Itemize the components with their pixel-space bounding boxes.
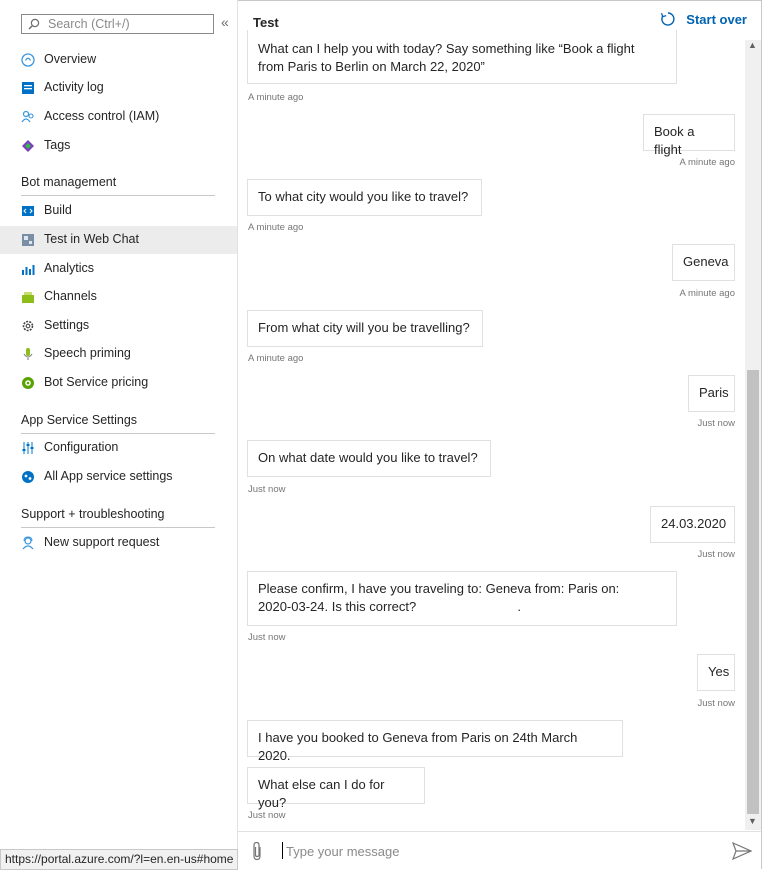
sidebar-item-label: New support request <box>44 535 160 549</box>
sidebar-item-label: Activity log <box>44 80 104 94</box>
gear-icon <box>22 320 34 332</box>
microphone-icon <box>23 348 33 360</box>
search-placeholder: Search (Ctrl+/) <box>48 17 130 31</box>
sidebar-item-build[interactable]: Build <box>0 197 237 225</box>
status-bar-url: https://portal.azure.com/?l=en.en-us#hom… <box>0 849 239 870</box>
sidebar-item-activity-log[interactable]: Activity log <box>0 74 237 102</box>
sidebar-item-configuration[interactable]: Configuration <box>0 434 237 462</box>
sidebar-item-label: Speech priming <box>44 346 131 360</box>
sidebar-item-label: Build <box>44 203 72 217</box>
collapse-sidebar-icon[interactable]: « <box>221 14 229 30</box>
bot-message: On what date would you like to travel? <box>247 440 491 477</box>
sidebar-item-analytics[interactable]: Analytics <box>0 255 237 283</box>
bot-message: What can I help you with today? Say some… <box>247 30 677 84</box>
tags-icon <box>22 140 34 152</box>
bot-message: From what city will you be travelling? <box>247 310 483 347</box>
web-chat-icon <box>22 234 34 246</box>
bot-message: What else can I do for you? <box>247 767 425 810</box>
message-timestamp: Just now <box>248 810 286 821</box>
send-icon[interactable] <box>732 842 752 860</box>
sidebar-item-label: Analytics <box>44 261 95 275</box>
section-heading-app-service-settings: App Service Settings <box>21 413 215 434</box>
sidebar-item-bot-service-pricing[interactable]: Bot Service pricing <box>0 369 237 397</box>
user-message: 24.03.2020 <box>650 506 735 543</box>
sidebar-item-label: Tags <box>44 138 71 152</box>
section-heading-bot-management: Bot management <box>21 175 215 196</box>
message-timestamp: A minute ago <box>679 157 735 168</box>
sidebar-item-test-in-web-chat[interactable]: Test in Web Chat <box>0 226 237 254</box>
sidebar-item-label: All App service settings <box>44 469 173 483</box>
user-message: Paris <box>688 375 735 412</box>
analytics-icon <box>22 265 35 275</box>
message-timestamp: Just now <box>697 418 736 429</box>
access-control-icon <box>21 110 34 123</box>
section-heading-support: Support + troubleshooting <box>21 507 215 528</box>
sidebar-item-label: Access control (IAM) <box>44 109 160 123</box>
sidebar-item-label: Settings <box>44 318 90 332</box>
sidebar-item-tags[interactable]: Tags <box>0 132 237 160</box>
build-icon <box>22 206 34 216</box>
chat-title: Test <box>253 15 279 30</box>
sidebar-item-settings[interactable]: Settings <box>0 312 237 340</box>
message-composer <box>238 831 761 869</box>
scroll-up-arrow-icon[interactable]: ▲ <box>748 40 757 50</box>
message-timestamp: A minute ago <box>248 222 304 233</box>
channels-icon <box>22 292 34 303</box>
sidebar-item-channels[interactable]: Channels <box>0 283 237 311</box>
chat-scrollbar[interactable]: ▲ ▼ <box>745 40 761 830</box>
sidebar-item-label: Configuration <box>44 440 119 454</box>
text-caret <box>282 842 283 859</box>
user-message: Geneva <box>672 244 735 281</box>
message-input[interactable] <box>284 840 718 862</box>
overview-icon <box>21 53 35 67</box>
sidebar-item-access-control[interactable]: Access control (IAM) <box>0 103 237 131</box>
scroll-down-arrow-icon[interactable]: ▼ <box>748 816 757 826</box>
search-icon <box>28 18 40 30</box>
configuration-icon <box>22 442 34 454</box>
sidebar: Search (Ctrl+/) « Overview Activity log … <box>0 0 238 869</box>
user-message: Yes <box>697 654 735 691</box>
support-icon <box>22 536 34 550</box>
message-timestamp: A minute ago <box>248 92 304 103</box>
start-over-button[interactable]: Start over <box>660 11 747 27</box>
activity-log-icon <box>22 82 34 94</box>
bot-message: Please confirm, I have you traveling to:… <box>247 571 677 626</box>
message-timestamp: Just now <box>248 484 286 495</box>
sidebar-item-new-support-request[interactable]: New support request <box>0 529 237 557</box>
search-box[interactable]: Search (Ctrl+/) <box>21 14 214 34</box>
bot-message: To what city would you like to travel? <box>247 179 482 216</box>
message-timestamp: Just now <box>697 549 736 560</box>
sidebar-item-speech-priming[interactable]: Speech priming <box>0 340 237 368</box>
sidebar-item-label: Bot Service pricing <box>44 375 149 389</box>
message-timestamp: A minute ago <box>679 288 735 299</box>
pricing-icon <box>22 377 34 389</box>
bot-message: I have you booked to Geneva from Paris o… <box>247 720 623 763</box>
user-message: Book a flight <box>643 114 735 157</box>
start-over-label: Start over <box>686 11 747 27</box>
message-timestamp: Just now <box>697 698 736 709</box>
message-timestamp: Just now <box>248 632 286 643</box>
app-service-icon <box>22 471 34 483</box>
sidebar-item-overview[interactable]: Overview <box>0 46 237 74</box>
refresh-icon <box>661 12 675 26</box>
sidebar-item-label: Test in Web Chat <box>44 232 139 246</box>
sidebar-item-all-app-service-settings[interactable]: All App service settings <box>0 463 237 491</box>
message-timestamp: A minute ago <box>248 353 304 364</box>
sidebar-item-label: Channels <box>44 289 97 303</box>
paperclip-icon[interactable] <box>250 841 264 861</box>
scroll-thumb[interactable] <box>747 370 759 814</box>
sidebar-item-label: Overview <box>44 52 97 66</box>
